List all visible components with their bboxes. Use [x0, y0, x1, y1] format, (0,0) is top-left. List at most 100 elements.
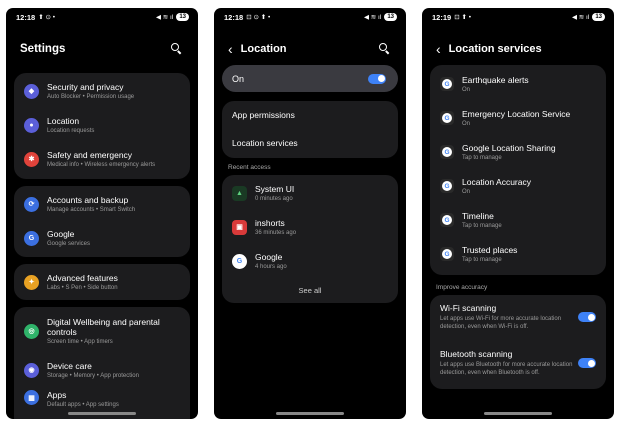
item-subtitle: On	[462, 87, 471, 93]
google-icon: G	[440, 111, 454, 125]
item-title: inshorts	[255, 218, 285, 228]
settings-item-security[interactable]: ◆ Security and privacy Auto Blocker • Per…	[14, 74, 190, 108]
service-location-accuracy[interactable]: G Location Accuracy On	[430, 169, 606, 203]
device-care-icon: ◉	[24, 362, 39, 378]
page-header: ‹ Location services	[422, 38, 614, 60]
google-icon: G	[232, 253, 247, 269]
recent-item-google[interactable]: G Google 4 hours ago	[222, 244, 398, 278]
phone-location-services: 12:19 ⊡ ⬆ • ◀ ≋ ıl 13 ‹ Location services …	[422, 8, 614, 419]
status-time: 12:18	[224, 12, 244, 22]
item-title: Google Location Sharing	[462, 143, 556, 153]
shield-icon: ◆	[24, 83, 39, 99]
item-subtitle: Auto Blocker • Permission usage	[47, 94, 135, 100]
emergency-icon: ✱	[24, 151, 39, 167]
gesture-bar[interactable]	[484, 412, 552, 415]
settings-item-device-care[interactable]: ◉ Device care Storage • Memory • App prot…	[14, 353, 190, 387]
wifi-scanning-toggle[interactable]	[578, 312, 596, 322]
item-title: Timeline	[462, 211, 494, 221]
inshorts-icon: ▣	[232, 219, 247, 235]
wellbeing-icon: ◎	[24, 323, 39, 339]
improve-accuracy-label: Improve accuracy	[436, 284, 488, 291]
location-pin-icon: ●	[24, 117, 39, 133]
page-header: Settings	[6, 38, 198, 60]
page-header: ‹ Location	[214, 38, 406, 60]
item-subtitle: 36 minutes ago	[255, 230, 297, 236]
item-subtitle: 4 hours ago	[255, 264, 287, 270]
wifi-scanning-row[interactable]: Wi-Fi scanning Let apps use Wi-Fi for mor…	[430, 295, 606, 339]
settings-group-3: ✦ Advanced features Labs • S Pen • Side b…	[14, 264, 190, 300]
item-subtitle: Tap to manage	[462, 257, 502, 263]
back-arrow-icon[interactable]: ‹	[228, 42, 233, 56]
item-subtitle: Tap to manage	[462, 223, 502, 229]
recent-item-systemui[interactable]: ▲ System UI 0 minutes ago	[222, 176, 398, 210]
bluetooth-scanning-toggle[interactable]	[578, 358, 596, 368]
bluetooth-scanning-row[interactable]: Bluetooth scanning Let apps use Bluetooth…	[430, 339, 606, 387]
settings-group-1: ◆ Security and privacy Auto Blocker • Per…	[14, 73, 190, 179]
scanning-card: Wi-Fi scanning Let apps use Wi-Fi for mor…	[430, 295, 606, 389]
settings-item-location[interactable]: ● Location Location requests	[14, 108, 190, 142]
service-timeline[interactable]: G Timeline Tap to manage	[430, 203, 606, 237]
google-icon: G	[440, 247, 454, 261]
status-bar: 12:19 ⊡ ⬆ • ◀ ≋ ıl 13	[422, 8, 614, 26]
item-subtitle: Let apps use Wi-Fi for more accurate loc…	[440, 316, 562, 330]
see-all-button[interactable]: See all	[222, 278, 398, 302]
item-subtitle: Tap to manage	[462, 155, 502, 161]
item-subtitle: Storage • Memory • App protection	[47, 373, 139, 379]
star-icon: ✦	[24, 274, 39, 290]
item-subtitle: Location requests	[47, 128, 95, 134]
signal-icons: ◀ ≋ ıl	[156, 14, 174, 21]
google-icon: G	[440, 145, 454, 159]
page-title: Location services	[448, 43, 542, 55]
settings-item-google[interactable]: G Google Google services	[14, 221, 190, 255]
item-title: Safety and emergency	[47, 150, 133, 160]
notification-icons: ⊡ ⊙ ⬆ •	[246, 14, 271, 21]
gesture-bar[interactable]	[276, 412, 344, 415]
item-title: System UI	[255, 184, 295, 194]
apps-icon: ▦	[24, 390, 39, 405]
battery-badge: 13	[176, 13, 189, 21]
service-emergency-location[interactable]: G Emergency Location Service On	[430, 101, 606, 135]
settings-item-accounts[interactable]: ⟳ Accounts and backup Manage accounts • S…	[14, 187, 190, 221]
status-bar: 12:18 ⊡ ⊙ ⬆ • ◀ ≋ ıl 13	[214, 8, 406, 26]
phone-settings: 12:18 ⬆ ⊙ • ◀ ≋ ıl 13 Settings ◆ Security …	[6, 8, 198, 419]
settings-item-advanced[interactable]: ✦ Advanced features Labs • S Pen • Side b…	[14, 265, 190, 299]
location-master-switch[interactable]: On	[222, 65, 398, 92]
recent-access-label: Recent access	[228, 164, 271, 171]
link-app-permissions[interactable]: App permissions	[222, 101, 398, 129]
page-title: Location	[240, 43, 287, 55]
location-toggle[interactable]	[368, 73, 386, 84]
page-title: Settings	[20, 43, 66, 55]
signal-icons: ◀ ≋ ıl	[572, 14, 590, 21]
item-subtitle: Google services	[47, 241, 91, 247]
item-subtitle: Let apps use Bluetooth for more accurate…	[440, 362, 573, 376]
recent-access-card: ▲ System UI 0 minutes ago ▣ inshorts 36 mi…	[222, 175, 398, 303]
settings-item-wellbeing[interactable]: ◎ Digital Wellbeing and parental control…	[14, 309, 190, 353]
service-trusted-places[interactable]: G Trusted places Tap to manage	[430, 237, 606, 271]
search-icon[interactable]	[170, 42, 184, 56]
gesture-bar[interactable]	[68, 412, 136, 415]
item-title: Location Accuracy	[462, 177, 531, 187]
google-icon: G	[440, 213, 454, 227]
settings-group-4: ◎ Digital Wellbeing and parental control…	[14, 307, 190, 419]
google-icon: G	[440, 179, 454, 193]
android-icon: ▲	[232, 185, 247, 201]
back-arrow-icon[interactable]: ‹	[436, 42, 441, 56]
item-title: Emergency Location Service	[462, 109, 571, 119]
recent-item-inshorts[interactable]: ▣ inshorts 36 minutes ago	[222, 210, 398, 244]
item-title: Earthquake alerts	[462, 75, 529, 85]
item-title: Apps	[47, 390, 67, 400]
item-title: Security and privacy	[47, 82, 124, 92]
service-earthquake-alerts[interactable]: G Earthquake alerts On	[430, 67, 606, 101]
service-location-sharing[interactable]: G Google Location Sharing Tap to manage	[430, 135, 606, 169]
battery-badge: 13	[592, 13, 605, 21]
settings-item-apps[interactable]: ▦ Apps Default apps • App settings	[14, 387, 190, 413]
battery-badge: 13	[384, 13, 397, 21]
settings-item-safety[interactable]: ✱ Safety and emergency Medical info • Wir…	[14, 142, 190, 176]
item-title: Accounts and backup	[47, 195, 129, 205]
item-subtitle: On	[462, 121, 471, 127]
notification-icons: ⊡ ⬆ •	[454, 14, 471, 21]
item-title: Device care	[47, 361, 92, 371]
search-icon[interactable]	[378, 42, 392, 56]
item-subtitle: Medical info • Wireless emergency alerts	[47, 162, 156, 168]
link-location-services[interactable]: Location services	[222, 129, 398, 157]
